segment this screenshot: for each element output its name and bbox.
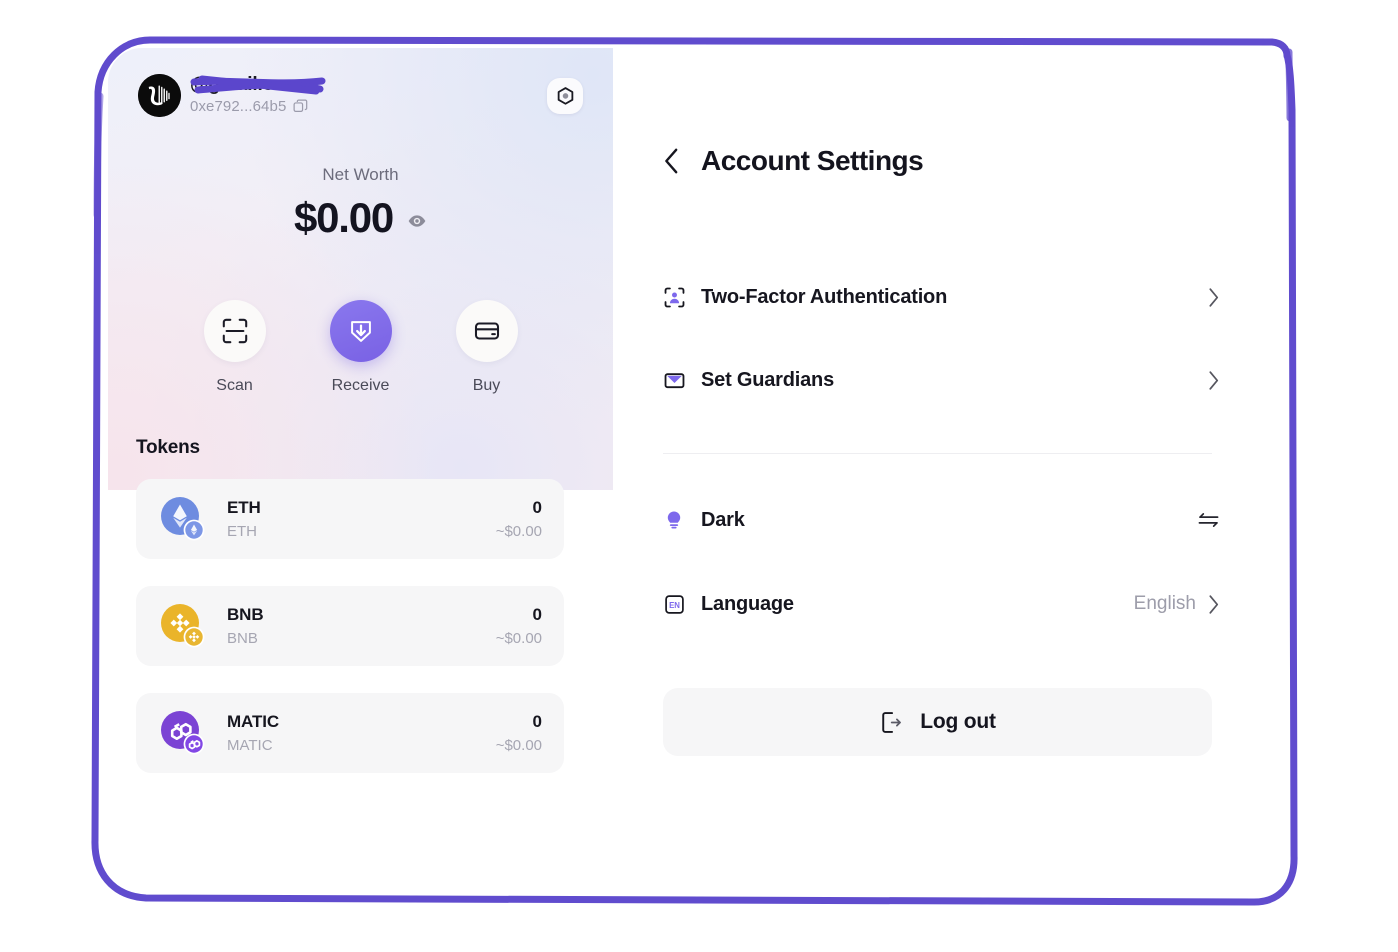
chevron-left-icon[interactable] xyxy=(663,147,680,175)
shield-down-arrow-icon xyxy=(350,321,371,342)
scan-button[interactable] xyxy=(203,300,266,362)
settings-item-label: Dark xyxy=(701,508,745,531)
settings-item-two-factor-authentication[interactable]: Two-Factor Authentication xyxy=(663,280,1220,314)
token-fiat: ~$0.00 xyxy=(495,736,542,754)
settings-item-label: Two-Factor Authentication xyxy=(701,285,948,308)
settings-item-set-guardians[interactable]: Set Guardians xyxy=(663,363,1220,397)
settings-item-dark[interactable]: Dark xyxy=(663,503,1220,537)
page-title: Account Settings xyxy=(701,145,924,176)
svg-text:EN: EN xyxy=(669,600,680,609)
settings-item-label: Set Guardians xyxy=(701,368,834,391)
action-receive[interactable]: Receive xyxy=(327,300,395,395)
token-fiat: ~$0.00 xyxy=(495,629,542,647)
net-worth-value: $0.00 xyxy=(293,194,394,241)
table-row[interactable]: ETH ETH 0 ~$0.00 xyxy=(136,479,564,559)
token-symbol: BNB xyxy=(227,604,264,624)
logout-icon xyxy=(882,711,902,733)
account-email: @gmail.com xyxy=(190,74,302,95)
language-value: English xyxy=(1133,593,1196,614)
token-values: 0 ~$0.00 xyxy=(496,711,542,756)
wallet-actions-row: Scan Receive Buy xyxy=(108,300,613,395)
token-values: 0 ~$0.00 xyxy=(496,497,542,542)
token-fiat: ~$0.00 xyxy=(495,522,542,540)
action-label: Scan xyxy=(216,377,253,394)
scan-qr-icon xyxy=(222,318,247,344)
mail-icon xyxy=(663,369,685,391)
settings-nut-button[interactable] xyxy=(547,78,583,114)
en-badge-icon: EN xyxy=(663,593,685,615)
wallet-scroll-fade xyxy=(108,860,613,900)
hex-nut-icon xyxy=(557,86,573,105)
token-network: MATIC xyxy=(227,736,273,754)
swap-arrows-icon[interactable] xyxy=(1197,511,1220,529)
wallet-panel: @gmail.com 0xe792...64b5 Net Worth $0.00… xyxy=(108,48,613,900)
token-list: ETH ETH 0 ~$0.00 BNB BNB 0 ~$0.00 MATIC … xyxy=(136,479,564,800)
settings-item-label: Language xyxy=(701,592,794,615)
net-worth-row: $0.00 xyxy=(108,194,613,242)
settings-divider xyxy=(663,453,1212,454)
net-worth-label: Net Worth xyxy=(322,165,399,184)
person-scan-icon xyxy=(663,286,685,308)
token-network: BNB xyxy=(227,629,258,647)
token-amount: 0 xyxy=(532,711,542,731)
action-scan[interactable]: Scan xyxy=(201,300,269,395)
action-buy[interactable]: Buy xyxy=(453,300,521,395)
polygon-logo-icon xyxy=(161,711,205,755)
avatar-identicon-icon xyxy=(138,74,181,117)
settings-item-language[interactable]: EN Language English xyxy=(663,587,1220,621)
account-email-wrap: @gmail.com xyxy=(190,72,326,98)
settings-header: Account Settings xyxy=(663,145,924,177)
token-names: MATIC MATIC xyxy=(227,711,496,756)
app-window: @gmail.com 0xe792...64b5 Net Worth $0.00… xyxy=(108,48,1290,900)
chevron-right-icon xyxy=(1209,287,1219,307)
token-amount: 0 xyxy=(532,604,542,624)
account-address: 0xe792...64b5 xyxy=(190,98,287,115)
binance-logo-icon xyxy=(161,604,205,648)
token-symbol: MATIC xyxy=(227,711,280,731)
token-names: ETH ETH xyxy=(227,497,496,542)
action-label: Buy xyxy=(472,377,501,394)
chevron-right-icon xyxy=(1209,594,1219,614)
logout-label: Log out xyxy=(920,710,996,733)
chevron-right-icon xyxy=(1209,370,1219,390)
account-address-row[interactable]: 0xe792...64b5 xyxy=(190,98,308,115)
account-row: @gmail.com 0xe792...64b5 xyxy=(138,72,583,128)
token-symbol: ETH xyxy=(227,497,261,517)
avatar[interactable] xyxy=(138,74,181,117)
action-label: Receive xyxy=(331,377,390,394)
logout-button[interactable]: Log out xyxy=(663,688,1212,756)
token-amount: 0 xyxy=(532,497,542,517)
token-values: 0 ~$0.00 xyxy=(496,604,542,649)
table-row[interactable]: MATIC MATIC 0 ~$0.00 xyxy=(136,693,564,773)
tokens-heading: Tokens xyxy=(136,437,200,458)
lightbulb-icon xyxy=(663,509,685,531)
receive-button[interactable] xyxy=(329,300,392,362)
settings-panel: Account Settings Two-Factor Authenticati… xyxy=(613,48,1290,900)
token-network: ETH xyxy=(227,522,257,540)
copy-icon[interactable] xyxy=(293,99,308,114)
ethereum-logo-icon xyxy=(161,497,205,541)
table-row[interactable]: BNB BNB 0 ~$0.00 xyxy=(136,586,564,666)
buy-button[interactable] xyxy=(455,300,518,362)
eye-icon[interactable] xyxy=(407,211,427,231)
credit-card-icon xyxy=(474,322,499,340)
token-names: BNB BNB xyxy=(227,604,496,649)
